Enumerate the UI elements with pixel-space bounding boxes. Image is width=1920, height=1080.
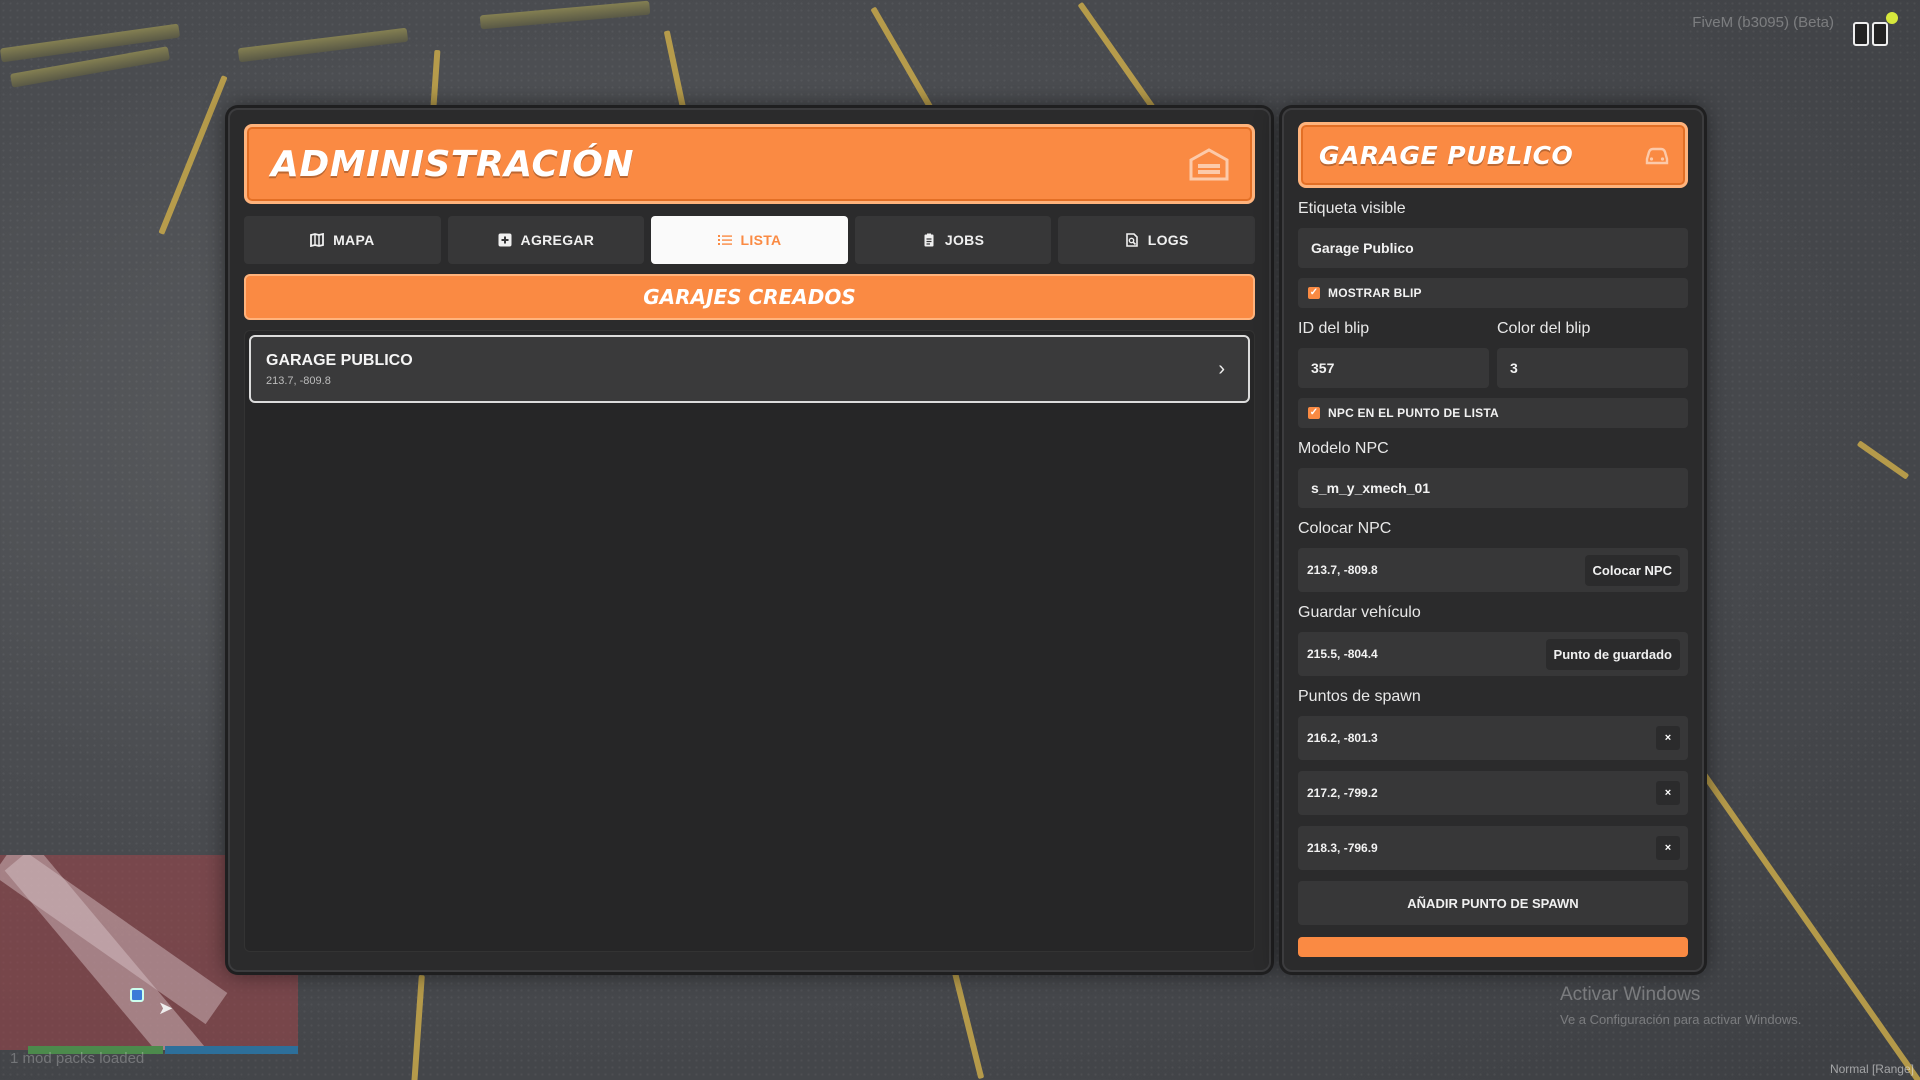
npc-model-input[interactable]: s_m_y_xmech_01 [1298, 468, 1688, 508]
plus-square-icon [498, 233, 512, 247]
remove-spawn-button[interactable]: × [1656, 836, 1680, 860]
store-vehicle-field: 215.5, -804.4 Punto de guardado [1298, 632, 1688, 676]
tab-label: MAPA [333, 232, 375, 248]
place-npc-label: Colocar NPC [1298, 520, 1392, 537]
watermark-title: Activar Windows [1560, 984, 1701, 1005]
garage-detail-panel: GARAGE PUBLICO Etiqueta visible Garage P… [1282, 108, 1704, 972]
npc-point-label: NPC EN EL PUNTO DE LISTA [1328, 406, 1499, 420]
visible-label-input[interactable]: Garage Publico [1298, 228, 1688, 268]
player-arrow-icon: ➤ [158, 998, 174, 1018]
windows-activation-watermark: Activar Windows Ve a Configuración para … [1560, 984, 1801, 1027]
admin-title: ADMINISTRACIÓN [271, 143, 634, 185]
blip-color-label: Color del blip [1497, 320, 1591, 337]
spawn-point-coords: 217.2, -799.2 [1307, 786, 1378, 800]
clipboard-icon [924, 233, 934, 247]
save-button[interactable] [1298, 937, 1688, 957]
remove-spawn-button[interactable]: × [1656, 726, 1680, 750]
add-spawn-button[interactable]: AÑADIR PUNTO DE SPAWN [1298, 881, 1688, 925]
place-npc-button[interactable]: Colocar NPC [1584, 554, 1680, 586]
spawn-point-row: 217.2, -799.2 × [1298, 771, 1688, 815]
map-icon [310, 233, 324, 247]
tab-jobs[interactable]: JOBS [854, 216, 1052, 264]
blip-id-input[interactable]: 357 [1298, 348, 1489, 388]
npc-point-checkbox[interactable]: ✓ NPC EN EL PUNTO DE LISTA [1298, 398, 1688, 428]
admin-panel: ADMINISTRACIÓN MAPA AGREGAR LISTA JOBS L… [228, 108, 1271, 972]
car-icon [1645, 147, 1669, 165]
garage-name: GARAGE PUBLICO [266, 351, 413, 369]
tab-agregar[interactable]: AGREGAR [447, 216, 645, 264]
mode-label: Normal [Range] [1829, 1062, 1914, 1076]
tab-label: JOBS [944, 232, 985, 248]
tab-mapa[interactable]: MAPA [244, 216, 441, 264]
place-npc-coords: 213.7, -809.8 [1307, 563, 1378, 577]
admin-tabs: MAPA AGREGAR LISTA JOBS LOGS [244, 216, 1255, 264]
fivem-build-label: FiveM (b3095) (Beta) [1692, 14, 1834, 31]
blip-color-input[interactable]: 3 [1497, 348, 1688, 388]
visible-label-title: Etiqueta visible [1298, 200, 1406, 217]
spawn-points-label: Puntos de spawn [1298, 688, 1421, 705]
store-vehicle-label: Guardar vehículo [1298, 604, 1421, 621]
checkbox-checked-icon: ✓ [1308, 287, 1320, 299]
show-blip-label: MOSTRAR BLIP [1328, 286, 1422, 300]
list-icon [717, 235, 732, 245]
section-header: GARAJES CREADOS [244, 274, 1255, 320]
section-title: GARAJES CREADOS [643, 285, 856, 309]
blip-id-label: ID del blip [1298, 320, 1370, 337]
watermark-subtitle: Ve a Configuración para activar Windows. [1560, 1012, 1802, 1027]
admin-header: ADMINISTRACIÓN [244, 124, 1255, 204]
store-point-button[interactable]: Punto de guardado [1545, 638, 1680, 670]
remove-spawn-button[interactable]: × [1656, 781, 1680, 805]
place-npc-field: 213.7, -809.8 Colocar NPC [1298, 548, 1688, 592]
tab-label: AGREGAR [520, 232, 595, 248]
tab-logs[interactable]: LOGS [1058, 216, 1255, 264]
garage-icon [1189, 148, 1229, 181]
npc-model-label: Modelo NPC [1298, 440, 1389, 457]
show-blip-checkbox[interactable]: ✓ MOSTRAR BLIP [1298, 278, 1688, 308]
file-search-icon [1125, 233, 1138, 247]
hud-pause-icon [1853, 22, 1888, 46]
spawn-point-row: 216.2, -801.3 × [1298, 716, 1688, 760]
tab-label: LISTA [740, 232, 782, 248]
spawn-point-row: 218.3, -796.9 × [1298, 826, 1688, 870]
checkbox-checked-icon: ✓ [1308, 407, 1320, 419]
spawn-point-coords: 218.3, -796.9 [1307, 841, 1378, 855]
mod-packs-label: 1 mod packs loaded [10, 1050, 145, 1067]
home-blip-icon [130, 988, 144, 1002]
list-item[interactable]: GARAGE PUBLICO 213.7, -809.8 › [249, 335, 1250, 403]
chevron-right-icon: › [1218, 357, 1225, 380]
tab-lista[interactable]: LISTA [651, 216, 848, 264]
tab-label: LOGS [1147, 232, 1189, 248]
spawn-point-coords: 216.2, -801.3 [1307, 731, 1378, 745]
garage-header: GARAGE PUBLICO [1298, 122, 1688, 188]
garage-coords: 213.7, -809.8 [266, 374, 331, 387]
store-vehicle-coords: 215.5, -804.4 [1307, 647, 1378, 661]
garage-list: GARAGE PUBLICO 213.7, -809.8 › [244, 330, 1255, 952]
garage-title: GARAGE PUBLICO [1319, 140, 1574, 170]
